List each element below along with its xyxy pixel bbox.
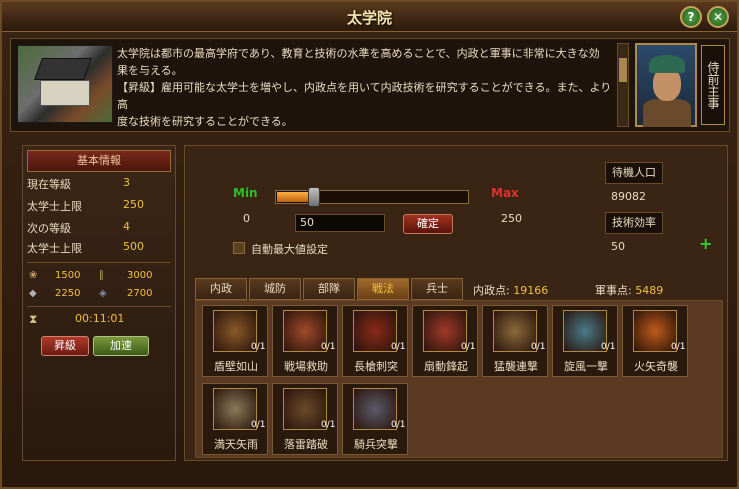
tech-item[interactable]: 0/1 扇動鋒起: [412, 305, 478, 377]
confirm-button[interactable]: 確定: [403, 214, 453, 234]
upgrade-timer: 00:11:01: [75, 312, 125, 325]
tech-level: 0/1: [251, 342, 266, 352]
tech-item[interactable]: 0/1 落雷踏破: [272, 383, 338, 455]
tech-name: 騎兵突撃: [354, 438, 398, 451]
tech-name: 火矢奇襲: [634, 360, 678, 373]
tech-level: 0/1: [391, 342, 406, 352]
resource-value: 3000: [127, 270, 153, 281]
min-value: 0: [243, 212, 250, 225]
tech-item[interactable]: 0/1 旋風一撃: [552, 305, 618, 377]
tab-1[interactable]: 城防: [249, 278, 301, 300]
academy-window: 太学院 ? ✕ 太学院は都市の最高学府であり、教育と技術の水準を高めることで、内…: [0, 0, 739, 489]
description-panel: 太学院は都市の最高学府であり、教育と技術の水準を高めることで、内政と軍事に非常に…: [10, 38, 730, 132]
basic-info-header: 基本情報: [27, 150, 171, 172]
military-points: 軍事点: 5489: [595, 284, 664, 297]
auto-max-checkbox[interactable]: [233, 242, 245, 254]
tech-level: 0/1: [601, 342, 616, 352]
tech-item[interactable]: 0/1 盾壁如山: [202, 305, 268, 377]
tech-name: 旋風一撃: [564, 360, 608, 373]
scholar-slider[interactable]: [275, 187, 469, 207]
hourglass-icon: ⧗: [29, 312, 38, 326]
food-icon: ❀: [29, 270, 38, 281]
title-bar: 太学院 ? ✕: [2, 2, 737, 32]
info-row-current-level: 現在等級 3: [27, 176, 130, 191]
stone-icon: ◆: [29, 288, 37, 299]
divider: [27, 306, 171, 307]
tech-name: 長槍刺突: [354, 360, 398, 373]
tech-name: 落雷踏破: [284, 438, 328, 451]
slider-handle[interactable]: [308, 187, 320, 207]
info-row-next-level: 次の等級 4: [27, 220, 130, 235]
close-button[interactable]: ✕: [707, 6, 729, 28]
tech-name: 盾壁如山: [214, 360, 258, 373]
tech-level: 0/1: [461, 342, 476, 352]
description-text: 太学院は都市の最高学府であり、教育と技術の水準を高めることで、内政と軍事に非常に…: [117, 47, 612, 128]
official-portrait[interactable]: [635, 43, 697, 127]
research-panel: Min Max 0 50 確定 250 自動最大値設定 待機人口 89082 技…: [184, 145, 728, 461]
max-value: 250: [501, 212, 522, 225]
upgrade-button[interactable]: 昇級: [41, 336, 89, 356]
waiting-population-label: 待機人口: [605, 162, 663, 184]
tech-level: 0/1: [391, 420, 406, 430]
description-scrollbar[interactable]: [617, 43, 629, 127]
resource-value: 1500: [55, 270, 81, 281]
tab-3[interactable]: 戦法: [357, 278, 409, 300]
divider: [27, 262, 171, 263]
tab-2[interactable]: 部隊: [303, 278, 355, 300]
auto-max-label: 自動最大値設定: [251, 243, 328, 256]
tech-level: 0/1: [321, 342, 336, 352]
official-title-label: 侍前主事: [701, 45, 725, 125]
iron-icon: ◈: [99, 288, 107, 299]
domestic-points: 内政点: 19166: [473, 284, 549, 297]
resource-value: 2250: [55, 288, 81, 299]
plus-icon[interactable]: +: [699, 234, 712, 253]
tab-4[interactable]: 兵士: [411, 278, 463, 300]
min-label: Min: [233, 186, 258, 200]
tech-item[interactable]: 0/1 長槍刺突: [342, 305, 408, 377]
tech-item[interactable]: 0/1 満天矢雨: [202, 383, 268, 455]
wood-icon: ∥: [99, 270, 104, 281]
tech-name: 扇動鋒起: [424, 360, 468, 373]
tech-name: 満天矢雨: [214, 438, 258, 451]
tech-name: 猛襲連撃: [494, 360, 538, 373]
speedup-button[interactable]: 加速: [93, 336, 149, 356]
info-row-next-scholar-cap: 太学士上限 500: [27, 240, 144, 255]
tech-name: 戦場救助: [284, 360, 328, 373]
info-row-scholar-cap: 太学士上限 250: [27, 198, 144, 213]
tech-item[interactable]: 0/1 火矢奇襲: [622, 305, 688, 377]
tech-efficiency-label: 技術効率: [605, 212, 663, 234]
tech-level: 0/1: [251, 420, 266, 430]
waiting-population-value: 89082: [611, 190, 646, 203]
tech-level: 0/1: [321, 420, 336, 430]
tech-level: 0/1: [531, 342, 546, 352]
academy-building-image: [17, 45, 113, 123]
tech-item[interactable]: 0/1 戦場救助: [272, 305, 338, 377]
window-title: 太学院: [346, 9, 392, 27]
max-label: Max: [491, 186, 519, 200]
help-button[interactable]: ?: [680, 6, 702, 28]
tech-item[interactable]: 0/1 猛襲連撃: [482, 305, 548, 377]
tech-level: 0/1: [671, 342, 686, 352]
basic-info-panel: 基本情報 現在等級 3 太学士上限 250 次の等級 4 太学士上限 500 ❀…: [22, 145, 176, 461]
tab-0[interactable]: 内政: [195, 278, 247, 300]
amount-input[interactable]: 50: [295, 214, 385, 232]
tech-item[interactable]: 0/1 騎兵突撃: [342, 383, 408, 455]
tech-efficiency-value: 50: [611, 240, 625, 253]
resource-value: 2700: [127, 288, 153, 299]
tech-grid: 0/1 盾壁如山 0/1 戦場救助 0/1 長槍刺突 0/1 扇動鋒起 0/1 猛襲連撃 0/1 旋風…: [195, 300, 723, 458]
